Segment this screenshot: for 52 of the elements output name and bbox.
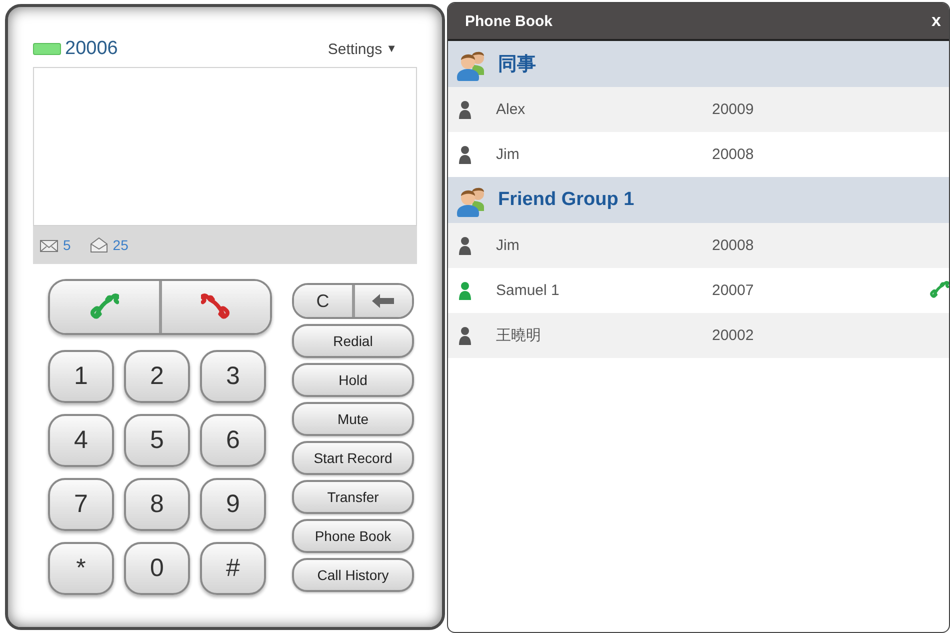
contact-row[interactable]: Jim 20008: [448, 223, 949, 268]
contact-number: 20007: [712, 282, 754, 299]
contact-name: Samuel 1: [496, 282, 560, 299]
action-button[interactable]: Hold: [292, 363, 414, 397]
keypad-key[interactable]: 8: [124, 478, 190, 531]
contact-name: Jim: [496, 146, 520, 163]
contact-number: 20008: [712, 237, 754, 254]
action-button[interactable]: Call History: [292, 558, 414, 592]
contact-number: 20009: [712, 101, 754, 118]
settings-menu[interactable]: Settings ▼: [328, 40, 397, 58]
keypad-key[interactable]: 6: [200, 414, 266, 467]
message-count: 5: [63, 237, 71, 253]
left-arrow-icon: [372, 294, 394, 308]
keypad-key[interactable]: 2: [124, 350, 190, 403]
contact-name: Jim: [496, 237, 520, 254]
keypad-key[interactable]: 0: [124, 542, 190, 595]
handset-icon: [89, 292, 120, 322]
keypad-key[interactable]: 3: [200, 350, 266, 403]
group-name: 同事: [498, 53, 536, 77]
contact-row[interactable]: 王曉明 20002: [448, 313, 949, 358]
keypad-key[interactable]: 7: [48, 478, 114, 531]
group-name: Friend Group 1: [498, 189, 634, 211]
action-button[interactable]: Phone Book: [292, 519, 414, 553]
keypad-key[interactable]: 4: [48, 414, 114, 467]
backspace-button[interactable]: [352, 285, 412, 317]
keypad-key[interactable]: 5: [124, 414, 190, 467]
message-count: 25: [112, 237, 128, 253]
envelope-icon: [39, 237, 59, 253]
contact-name: 王曉明: [496, 326, 542, 345]
clear-button[interactable]: C: [294, 285, 352, 317]
panel-title: Phone Book: [465, 12, 553, 30]
keypad-key[interactable]: #: [200, 542, 266, 595]
close-button[interactable]: x: [932, 11, 941, 31]
contact-number: 20002: [712, 327, 754, 344]
action-button[interactable]: Mute: [292, 402, 414, 436]
keypad-key[interactable]: 1: [48, 350, 114, 403]
contact-name: Alex: [496, 101, 526, 118]
action-button[interactable]: Transfer: [292, 480, 414, 514]
group-row[interactable]: Friend Group 1: [448, 177, 949, 223]
handset-icon: [200, 292, 231, 322]
contact-number: 20008: [712, 146, 754, 163]
handset-icon: [929, 280, 949, 300]
action-button[interactable]: Start Record: [292, 441, 414, 475]
hangup-button[interactable]: [158, 281, 270, 333]
group-row[interactable]: 同事: [448, 41, 949, 87]
extension-number: 20006: [65, 38, 118, 60]
contact-row[interactable]: Alex 20009: [448, 87, 949, 132]
keypad-key[interactable]: *: [48, 542, 114, 595]
open-envelope-icon: [88, 237, 109, 253]
answer-button[interactable]: [50, 281, 158, 333]
keypad-key[interactable]: 9: [200, 478, 266, 531]
action-button[interactable]: Redial: [292, 324, 414, 358]
